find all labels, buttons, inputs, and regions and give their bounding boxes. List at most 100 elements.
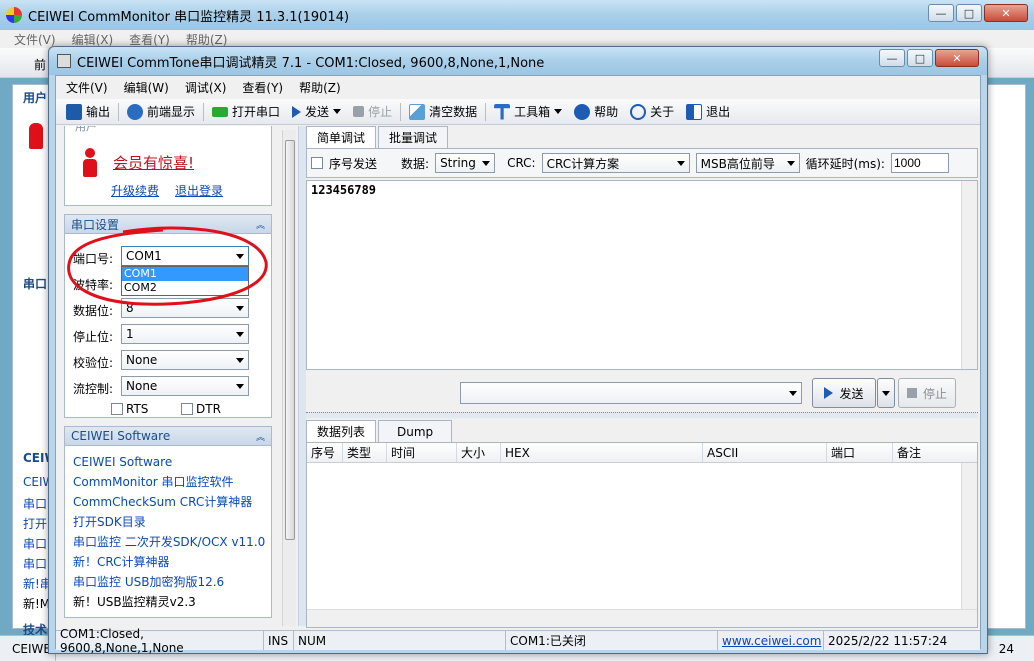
toolbar-stop-button[interactable]: 停止 [347, 101, 398, 123]
link-usb-monitor[interactable]: 新！USB监控精灵v2.3 [73, 592, 271, 612]
menu-file[interactable]: 文件(V) [58, 79, 116, 96]
status-website-link[interactable]: www.ceiwei.com [718, 631, 824, 650]
tab-simple-debug[interactable]: 简单调试 [306, 126, 377, 148]
stop-button[interactable]: 停止 [898, 378, 956, 408]
dtr-label: DTR [196, 402, 221, 416]
toolbar-help-label: 帮助 [594, 105, 619, 119]
outer-side-link-4[interactable]: 串口 [23, 535, 47, 552]
menu-edit[interactable]: 编辑(W) [116, 79, 177, 96]
outer-side-link-3[interactable]: 打开 [23, 515, 47, 532]
parity-label: 校验位: [73, 356, 114, 370]
send-dropdown-button[interactable] [877, 378, 895, 408]
outer-menu-edit[interactable]: 编辑(X) [64, 31, 122, 48]
col-ascii[interactable]: ASCII [703, 443, 827, 462]
status-state: COM1:已关闭 [506, 631, 718, 650]
link-open-sdk[interactable]: 打开SDK目录 [73, 512, 271, 532]
rts-check-box[interactable] [111, 403, 123, 415]
tab-dump[interactable]: Dump [378, 420, 453, 442]
data-grid: 序号 类型 时间 大小 HEX ASCII 端口 备注 [306, 442, 978, 628]
col-size[interactable]: 大小 [457, 443, 501, 462]
toolbar-about-button[interactable]: 关于 [624, 101, 680, 123]
chevron-down-icon [676, 160, 685, 166]
link-crc-tool[interactable]: 新！CRC计算神器 [73, 552, 271, 572]
left-scrollbar-thumb[interactable] [285, 140, 295, 540]
col-seq[interactable]: 序号 [307, 443, 343, 462]
menu-view[interactable]: 查看(Y) [234, 79, 291, 96]
status-port: COM1:Closed, 9600,8,None,1,None [56, 627, 264, 655]
send-button[interactable]: 发送 [812, 378, 876, 408]
links-panel-header[interactable]: CEIWEI Software ︽ [64, 426, 272, 446]
outer-toolbar-first[interactable]: 前 [34, 56, 46, 73]
toolbar-front-label: 前端显示 [147, 105, 196, 119]
vertical-splitter[interactable] [298, 126, 306, 626]
toolbar-front-button[interactable]: 前端显示 [121, 101, 201, 123]
rts-checkbox[interactable]: RTS [111, 402, 148, 416]
close-button[interactable]: ✕ [935, 49, 979, 67]
col-hex[interactable]: HEX [501, 443, 703, 462]
grid-hscroll[interactable] [307, 609, 977, 627]
chevron-down-icon [236, 357, 244, 363]
collapse-icon[interactable]: ︽ [256, 430, 265, 443]
link-sdk-ocx[interactable]: 串口监控 二次开发SDK/OCX v11.0 [73, 532, 271, 552]
outer-maximize-button[interactable]: □ [956, 4, 982, 22]
flow-select[interactable]: None [121, 376, 249, 396]
outer-side-link-5[interactable]: 串口 [23, 555, 47, 572]
data-format-select[interactable]: String [435, 153, 496, 173]
links-panel: CEIWEI Software CommMonitor 串口监控软件 CommC… [64, 446, 272, 618]
toolbar-output-label: 输出 [86, 105, 111, 119]
byte-order-select[interactable]: MSB高位前导 [695, 153, 800, 173]
outer-menu-help[interactable]: 帮助(Z) [178, 31, 236, 48]
chevron-down-icon[interactable] [554, 109, 563, 114]
toolbar-send-button[interactable]: 发送 [286, 101, 347, 123]
toolbar-clear-button[interactable]: 清空数据 [403, 101, 483, 123]
toolbar-exit-button[interactable]: 退出 [680, 101, 736, 123]
horizontal-splitter[interactable] [306, 412, 978, 418]
col-type[interactable]: 类型 [343, 443, 387, 462]
send-textarea[interactable]: 123456789 [306, 180, 978, 370]
outer-caption-buttons: — □ ✕ [928, 4, 1028, 22]
col-note[interactable]: 备注 [893, 443, 961, 462]
menu-debug[interactable]: 调试(X) [177, 79, 235, 96]
link-commchecksum[interactable]: CommCheckSum CRC计算神器 [73, 492, 271, 512]
send-options-bar: 序号发送 数据: String CRC: CRC计算方案 MSB高位前导 循环延… [306, 148, 978, 178]
tab-batch-debug[interactable]: 批量调试 [378, 126, 449, 148]
help-icon [574, 103, 591, 120]
outer-title: CEIWEI CommMonitor 串口监控精灵 11.3.1(19014) [28, 9, 350, 25]
delay-input[interactable] [890, 153, 949, 173]
toolbar-output-button[interactable]: 输出 [60, 101, 116, 123]
toolbar-help-button[interactable]: 帮助 [568, 101, 624, 123]
minimize-button[interactable]: — [879, 49, 905, 67]
seq-send-checkbox[interactable] [311, 157, 323, 169]
outer-minimize-button[interactable]: — [928, 4, 954, 22]
send-textarea-scrollbar[interactable] [961, 181, 977, 369]
stopbits-select[interactable]: 1 [121, 324, 249, 344]
col-time[interactable]: 时间 [387, 443, 457, 462]
crc-select[interactable]: CRC计算方案 [541, 153, 690, 173]
upgrade-link[interactable]: 升级续费 [111, 182, 159, 199]
dtr-check-box[interactable] [181, 403, 193, 415]
toolbar-toolbox-button[interactable]: 工具箱 [488, 101, 568, 123]
left-scrollbar[interactable] [282, 130, 296, 626]
outer-menu-view[interactable]: 查看(Y) [121, 31, 178, 48]
outer-side-link-2[interactable]: 串口 [23, 495, 47, 512]
dtr-checkbox[interactable]: DTR [181, 402, 221, 416]
link-commmonitor[interactable]: CommMonitor 串口监控软件 [73, 472, 271, 492]
toolbar-open-port-button[interactable]: 打开串口 [206, 101, 286, 123]
col-port[interactable]: 端口 [827, 443, 893, 462]
outer-close-button[interactable]: ✕ [984, 4, 1028, 22]
link-ceiwei-software[interactable]: CEIWEI Software [73, 452, 271, 472]
logout-link[interactable]: 退出登录 [175, 182, 223, 199]
parity-select[interactable]: None [121, 350, 249, 370]
send-history-select[interactable] [460, 382, 802, 404]
outer-titlebar: CEIWEI CommMonitor 串口监控精灵 11.3.1(19014) … [0, 0, 1034, 30]
grid-vscroll[interactable] [961, 463, 977, 609]
menu-help[interactable]: 帮助(Z) [291, 79, 349, 96]
delay-label: 循环延时(ms): [805, 156, 885, 171]
chevron-down-icon[interactable] [333, 109, 342, 114]
maximize-button[interactable]: □ [907, 49, 933, 67]
vip-link[interactable]: 会员有惊喜! [113, 152, 194, 173]
statusbar: COM1:Closed, 9600,8,None,1,None INS NUM … [56, 627, 980, 655]
tab-data-list[interactable]: 数据列表 [306, 420, 377, 442]
link-usb-dongle[interactable]: 串口监控 USB加密狗版12.6 [73, 572, 271, 592]
outer-menu-file[interactable]: 文件(V) [6, 31, 64, 48]
